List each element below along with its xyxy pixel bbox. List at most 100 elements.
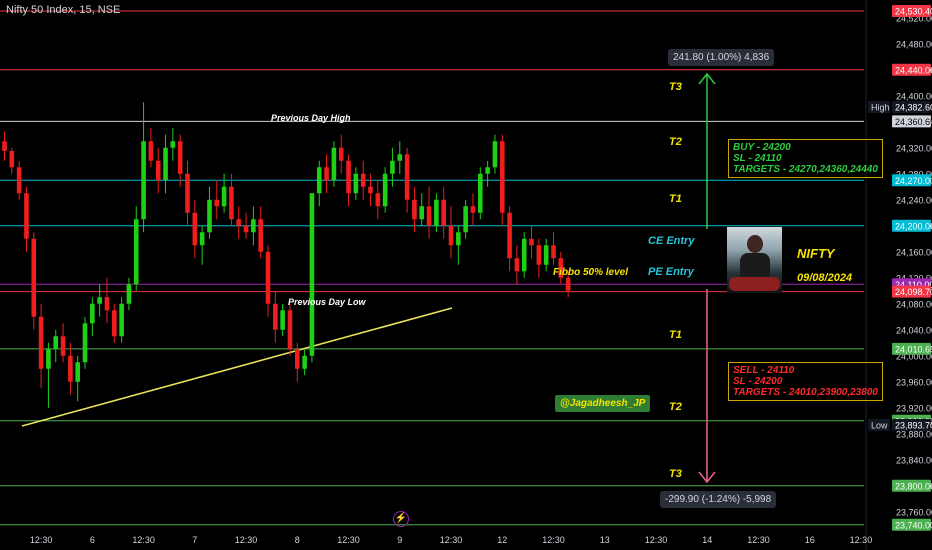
candle-body: [16, 167, 22, 194]
candle-body: [2, 141, 7, 151]
candle-body: [499, 141, 505, 213]
candle-body: [441, 199, 446, 226]
y-tick-label: 24,400.00: [896, 91, 932, 101]
candle-body: [90, 303, 95, 324]
x-tick-label: 16: [805, 535, 815, 545]
x-tick-label: 6: [90, 535, 95, 545]
lightning-icon[interactable]: ⚡: [393, 511, 409, 527]
y-tick-label: 23,840.00: [896, 455, 932, 465]
buy-targets: TARGETS - 24270,24360,24440: [733, 164, 878, 175]
candle-body: [251, 219, 256, 233]
candle-body: [214, 199, 220, 207]
candle-body: [397, 154, 403, 161]
candle-body: [419, 206, 425, 220]
price-tag-4: 24,270.00: [895, 176, 932, 186]
price-tag-1: 24,440.00: [895, 65, 932, 75]
candle-body: [338, 147, 344, 161]
candle-body: [229, 186, 234, 220]
sell-box: SELL - 24110 SL - 24200 TARGETS - 24010,…: [728, 362, 883, 401]
buy-box: BUY - 24200 SL - 24110 TARGETS - 24270,2…: [728, 139, 883, 178]
candle-body: [353, 173, 359, 194]
sell-sl: SL - 24200: [733, 376, 783, 387]
candle-body: [97, 297, 102, 304]
candle-body: [456, 232, 461, 246]
chart-stage[interactable]: Previous Day High Previous Day Low Fibbo 5…: [0, 0, 932, 550]
candle-body: [236, 219, 242, 226]
candle-body: [485, 167, 490, 174]
target-t2-up: T2: [669, 136, 682, 148]
candle-body: [53, 336, 59, 350]
candle-body: [302, 355, 307, 369]
candle-body: [492, 141, 498, 168]
candle-body: [141, 141, 146, 220]
candle-body: [133, 219, 139, 285]
price-tag-5: 24,200.00: [895, 221, 932, 231]
price-tag-12: 23,740.00: [895, 520, 932, 530]
candle-body: [295, 349, 300, 369]
candle-body: [404, 154, 410, 200]
candle-body: [390, 160, 395, 174]
x-tick-label: 12:30: [30, 535, 53, 545]
candle-body: [31, 238, 37, 317]
sell-targets: TARGETS - 24010,23900,23800: [733, 387, 878, 398]
candle-body: [309, 193, 315, 356]
candle-body: [38, 316, 44, 369]
y-tick-label: 24,320.00: [896, 143, 932, 153]
photo-head: [747, 235, 763, 253]
x-tick-label: 12:30: [235, 535, 258, 545]
candle-body: [60, 336, 66, 356]
price-tag-0: 24,530.40: [895, 6, 932, 16]
prev-day-low-label: Previous Day Low: [288, 297, 367, 307]
candle-body: [265, 251, 271, 304]
sell-line: SELL - 24110: [733, 365, 795, 376]
candle-body: [529, 238, 534, 246]
price-tag-3: 24,360.65: [895, 117, 932, 127]
candle-body: [155, 160, 161, 181]
candle-body: [375, 193, 381, 207]
y-tick-label: 24,240.00: [896, 195, 932, 205]
x-tick-label: 12:30: [440, 535, 463, 545]
photo-bike: [729, 277, 780, 291]
candle-body: [163, 147, 168, 181]
pe-entry-label: PE Entry: [648, 266, 695, 278]
y-tick-label: 23,960.00: [896, 377, 932, 387]
candle-body: [434, 199, 439, 226]
candle-body: [221, 186, 227, 207]
x-tick-label: 13: [600, 535, 610, 545]
candle-body: [507, 212, 512, 259]
x-tick-label: 7: [192, 535, 197, 545]
candle-body: [565, 277, 571, 291]
fibbo-label: Fibbo 50% level: [553, 267, 628, 278]
target-t3-down: T3: [669, 468, 682, 480]
price-tag-11: 23,800.00: [895, 481, 932, 491]
candle-body: [112, 310, 117, 337]
candle-body: [126, 284, 132, 304]
candle-body: [243, 225, 249, 233]
candle-body: [280, 310, 285, 330]
candlestick-chart[interactable]: Previous Day High Previous Day Low Fibbo 5…: [0, 0, 932, 550]
y-tick-label: 23,920.00: [896, 403, 932, 413]
candle-body: [185, 173, 190, 213]
candle-body: [75, 362, 80, 382]
candle-body: [24, 193, 29, 239]
candle-body: [551, 245, 556, 259]
x-tick-label: 12:30: [645, 535, 668, 545]
x-tick-label: 8: [295, 535, 300, 545]
candle-body: [543, 245, 549, 265]
x-tick-label: 12:30: [542, 535, 565, 545]
prev-day-high-label: Previous Day High: [271, 113, 351, 123]
candle-body: [316, 167, 322, 194]
price-tag-7: 24,098.70: [895, 287, 932, 297]
candle-body: [273, 303, 278, 330]
candle-body: [104, 297, 110, 311]
candle-body: [360, 173, 366, 187]
candle-body: [346, 160, 351, 194]
target-t1-down: T1: [669, 329, 682, 341]
buy-sl: SL - 24110: [733, 153, 782, 164]
x-tick-label: 12:30: [337, 535, 360, 545]
x-tick-label: 12: [497, 535, 507, 545]
candle-body: [192, 212, 198, 246]
candle-body: [448, 225, 454, 246]
candle-body: [536, 245, 542, 265]
candle-body: [258, 219, 263, 252]
